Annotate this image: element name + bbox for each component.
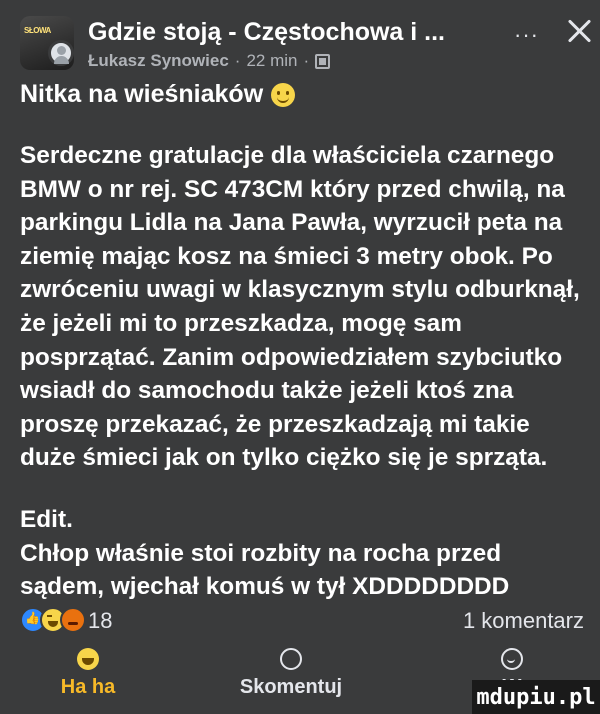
author-avatar-icon[interactable] <box>48 40 74 66</box>
post-title-text: Nitka na wieśniaków <box>20 80 264 108</box>
group-avatar[interactable]: SŁOWA <box>20 16 74 70</box>
post-header: SŁOWA Gdzie stoją - Częstochowa i ... Łu… <box>20 14 586 74</box>
close-icon[interactable] <box>566 18 592 44</box>
post-paragraph: Chłop właśnie stoi rozbity na rocha prze… <box>20 539 510 601</box>
comment-count[interactable]: 1 komentarz <box>463 608 584 634</box>
comment-button[interactable]: Skomentuj <box>226 648 356 699</box>
author-name[interactable]: Łukasz Synowiec <box>88 51 229 71</box>
post-paragraph: Edit. <box>20 505 73 533</box>
audience-icon <box>315 53 331 69</box>
more-options-button[interactable]: ··· <box>514 22 539 48</box>
post-time[interactable]: 22 min <box>246 51 297 71</box>
haha-label: Ha ha <box>60 676 116 698</box>
smile-icon <box>271 82 296 107</box>
post-viewer: SŁOWA Gdzie stoją - Częstochowa i ... Łu… <box>0 0 600 714</box>
comment-label: Skomentuj <box>239 676 343 698</box>
post-meta: Łukasz Synowiec · 22 min · <box>88 51 331 71</box>
reaction-icons[interactable] <box>20 607 86 633</box>
post-paragraph: Serdeczne gratulacje dla właściciela cza… <box>20 142 580 472</box>
haha-reaction-button[interactable]: Ha ha <box>48 648 128 699</box>
comment-icon <box>280 648 302 670</box>
angry-icon <box>60 607 86 633</box>
post-title: Nitka na wieśniaków <box>20 80 296 109</box>
group-name[interactable]: Gdzie stoją - Częstochowa i ... <box>88 18 445 47</box>
post-body: Serdeczne gratulacje dla właściciela cza… <box>20 139 586 604</box>
reactions-summary: 18 1 komentarz <box>20 605 586 635</box>
reaction-count[interactable]: 18 <box>88 608 112 634</box>
meta-separator: · <box>234 51 241 70</box>
haha-icon <box>77 648 99 670</box>
watermark: mdupiu.pl <box>472 680 600 714</box>
share-icon <box>501 648 523 670</box>
avatar-logo-text: SŁOWA <box>24 26 51 35</box>
meta-separator: · <box>303 51 310 70</box>
